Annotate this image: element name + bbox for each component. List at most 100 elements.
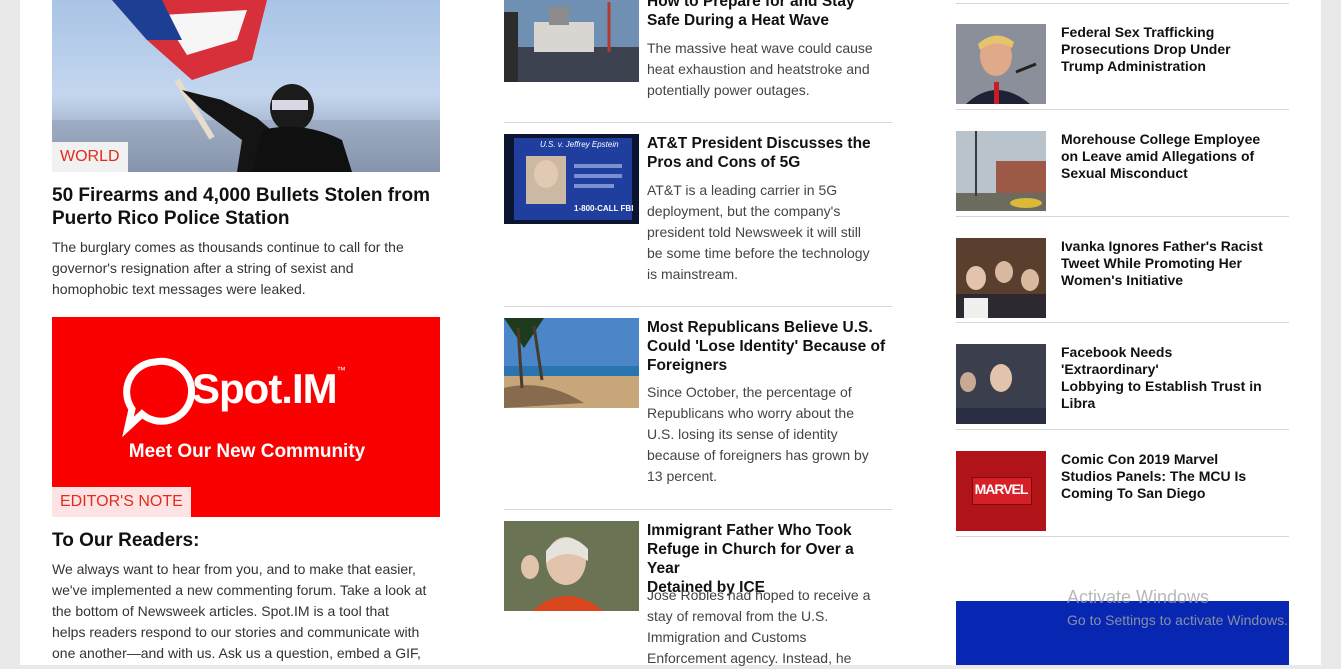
spotim-logo-text: Spot.IM™ (192, 365, 346, 413)
sidebar-article-title[interactable]: Morehouse College Employee on Leave amid… (1061, 131, 1266, 182)
article-description: Since October, the percentage of Republi… (647, 382, 887, 487)
title-line[interactable]: Comic Con 2019 Marvel (1061, 451, 1266, 468)
title-line[interactable]: Federal Sex Trafficking (1061, 24, 1266, 41)
feature-headline[interactable]: 50 Firearms and 4,000 Bullets Stolen fro… (52, 184, 430, 230)
description-line: president told Newsweek it will still (647, 224, 861, 240)
description-line: is mainstream. (647, 266, 739, 282)
title-line[interactable]: Pros and Cons of 5G (647, 153, 887, 172)
description-line: we've implemented a new commenting forum… (52, 582, 427, 598)
description-line: The burglary comes as thousands continue… (52, 239, 404, 255)
description-line: be some time before the technology (647, 245, 870, 261)
sidebar-article[interactable]: MARVEL Comic Con 2019 Marvel Studios Pan… (956, 451, 1289, 541)
divider (956, 429, 1289, 430)
description-line: Immigration and Customs (647, 629, 807, 645)
divider (956, 3, 1289, 4)
article-description: Jose Robles had hoped to receive a stay … (647, 585, 887, 669)
article-description: The massive heat wave could cause heat e… (647, 38, 887, 101)
description-line: Jose Robles had hoped to receive a (647, 587, 871, 603)
marvel-logo-text: MARVEL (974, 481, 1029, 497)
sidebar-thumbnail-marvel[interactable]: MARVEL (956, 451, 1046, 531)
divider (504, 122, 892, 123)
title-line[interactable]: AT&T President Discusses the (647, 134, 887, 153)
article-thumbnail-speaker[interactable] (504, 521, 639, 611)
article-card[interactable]: Most Republicans Believe U.S. Could 'Los… (504, 318, 892, 498)
readers-description: We always want to hear from you, and to … (52, 559, 426, 664)
category-tag-editors-note[interactable]: EDITOR'S NOTE (52, 487, 191, 517)
title-line[interactable]: Coming To San Diego (1061, 485, 1266, 502)
description-line: deployment, but the company's (647, 203, 841, 219)
title-line[interactable]: Morehouse College Employee (1061, 131, 1266, 148)
description-line: because of foreigners has grown by (647, 447, 869, 463)
article-card[interactable]: How to Prepare for and Stay Safe During … (504, 0, 892, 112)
article-title[interactable]: Most Republicans Believe U.S. Could 'Los… (647, 318, 887, 375)
title-line[interactable]: Trump Administration (1061, 58, 1266, 75)
title-line[interactable]: Immigrant Father Who Took (647, 521, 887, 540)
article-card[interactable]: U.S. v. Jeffrey Epstein 1-800-CALL FBI A… (504, 134, 892, 294)
title-line[interactable]: Tweet While Promoting Her (1061, 255, 1266, 272)
sidebar-article[interactable]: Ivanka Ignores Father's Racist Tweet Whi… (956, 238, 1289, 328)
sidebar-article-title[interactable]: Comic Con 2019 Marvel Studios Panels: Th… (1061, 451, 1266, 502)
article-description: AT&T is a leading carrier in 5G deployme… (647, 180, 887, 285)
advertisement-banner[interactable] (956, 601, 1289, 665)
description-line: 13 percent. (647, 468, 718, 484)
title-line[interactable]: How to Prepare for and Stay (647, 0, 887, 11)
description-line: stay of removal from the U.S. (647, 608, 829, 624)
spotim-brand: Spot.IM (192, 365, 338, 412)
divider (504, 306, 892, 307)
sidebar-article[interactable]: Facebook Needs 'Extraordinary' Lobbying … (956, 344, 1289, 434)
article-card[interactable]: Immigrant Father Who Took Refuge in Chur… (504, 521, 892, 666)
sidebar-article[interactable]: Morehouse College Employee on Leave amid… (956, 131, 1289, 221)
article-thumbnail-beach[interactable] (504, 318, 639, 408)
description-line: Enforcement agency. Instead, he (647, 650, 852, 666)
description-line: U.S. losing its sense of identity (647, 426, 838, 442)
sidebar-thumbnail-trump[interactable] (956, 24, 1046, 104)
feature-headline-line[interactable]: Puerto Rico Police Station (52, 207, 430, 230)
description-line: homophobic text messages were leaked. (52, 281, 306, 297)
title-line[interactable]: Most Republicans Believe U.S. (647, 318, 887, 337)
description-line: Republicans who worry about the (647, 405, 855, 421)
title-line[interactable]: Safe During a Heat Wave (647, 11, 887, 30)
feature-headline-line[interactable]: 50 Firearms and 4,000 Bullets Stolen fro… (52, 184, 430, 207)
divider (956, 322, 1289, 323)
title-line[interactable]: Lobbying to Establish Trust in (1061, 378, 1266, 395)
sidebar-thumbnail-campus[interactable] (956, 131, 1046, 211)
spotim-promo-banner[interactable]: Spot.IM™ Meet Our New Community EDITOR'S… (52, 317, 440, 517)
sidebar-article[interactable]: Federal Sex Trafficking Prosecutions Dro… (956, 24, 1289, 114)
feature-image-flag-protester[interactable]: WORLD (52, 0, 440, 172)
title-line[interactable]: Sexual Misconduct (1061, 165, 1266, 182)
description-line: helps readers respond to our stories and… (52, 624, 420, 640)
title-line[interactable]: Refuge in Church for Over a Year (647, 540, 887, 578)
title-line[interactable]: Facebook Needs 'Extraordinary' (1061, 344, 1266, 378)
activate-windows-subtitle: Go to Settings to activate Windows. (1067, 612, 1288, 628)
feature-description: The burglary comes as thousands continue… (52, 237, 404, 300)
activate-windows-title: Activate Windows (1067, 587, 1210, 607)
title-line[interactable]: Ivanka Ignores Father's Racist (1061, 238, 1266, 255)
sidebar-thumbnail-hearing[interactable] (956, 344, 1046, 424)
title-line[interactable]: on Leave amid Allegations of (1061, 148, 1266, 165)
sidebar-thumbnail-meeting[interactable] (956, 238, 1046, 318)
title-line[interactable]: Studios Panels: The MCU Is (1061, 468, 1266, 485)
description-line: heat exhaustion and heatstroke and (647, 61, 870, 77)
readers-headline[interactable]: To Our Readers: (52, 529, 199, 552)
sidebar-article-title[interactable]: Federal Sex Trafficking Prosecutions Dro… (1061, 24, 1266, 75)
title-line[interactable]: Prosecutions Drop Under (1061, 41, 1266, 58)
title-line[interactable]: Could 'Lose Identity' Because of (647, 337, 887, 356)
description-line: We always want to hear from you, and to … (52, 561, 416, 577)
description-line: governor's resignation after a string of… (52, 260, 354, 276)
sidebar-article-title[interactable]: Ivanka Ignores Father's Racist Tweet Whi… (1061, 238, 1266, 289)
category-tag-world[interactable]: WORLD (52, 142, 128, 172)
thumbnail-caption: U.S. v. Jeffrey Epstein (540, 140, 619, 149)
divider (956, 109, 1289, 110)
description-line: one another—and with us. Ask us a questi… (52, 645, 421, 661)
article-thumbnail-epstein-poster[interactable]: U.S. v. Jeffrey Epstein 1-800-CALL FBI (504, 134, 639, 224)
title-line[interactable]: Women's Initiative (1061, 272, 1266, 289)
article-thumbnail-ship[interactable] (504, 0, 639, 82)
title-line[interactable]: Libra (1061, 395, 1266, 412)
description-line: AT&T is a leading carrier in 5G (647, 182, 838, 198)
description-line: Since October, the percentage of (647, 384, 852, 400)
title-line[interactable]: Foreigners (647, 356, 887, 375)
spotim-tagline: Meet Our New Community (128, 441, 366, 462)
sidebar-article-title[interactable]: Facebook Needs 'Extraordinary' Lobbying … (1061, 344, 1266, 412)
article-title[interactable]: AT&T President Discusses the Pros and Co… (647, 134, 887, 172)
article-title[interactable]: How to Prepare for and Stay Safe During … (647, 0, 887, 30)
